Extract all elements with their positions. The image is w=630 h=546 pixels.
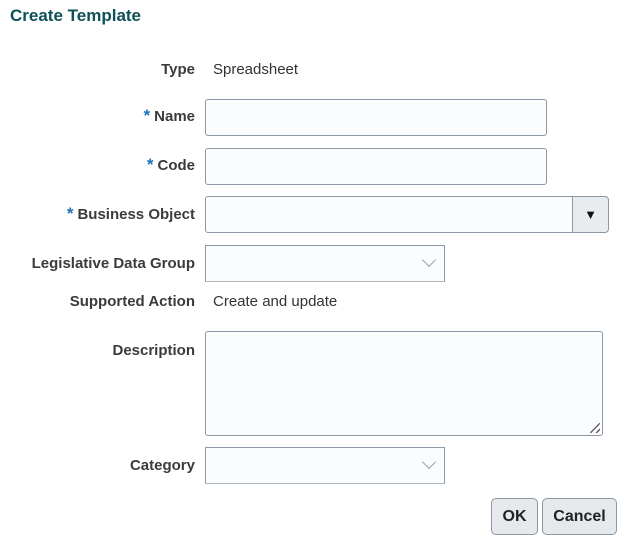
required-indicator: * — [146, 155, 154, 174]
business-object-input[interactable] — [205, 196, 573, 233]
resize-handle-icon[interactable] — [590, 423, 600, 433]
business-object-dropdown-button[interactable]: ▼ — [572, 196, 609, 233]
code-label: * Code — [147, 155, 195, 175]
category-label: Category — [129, 457, 195, 474]
type-label: Type — [161, 61, 195, 78]
required-indicator: * — [66, 204, 74, 223]
description-label: Description — [112, 342, 195, 359]
dialog-title: Create Template — [10, 6, 142, 25]
code-input[interactable] — [205, 148, 547, 185]
supported-action-label: Supported Action — [69, 293, 195, 310]
category-select[interactable] — [205, 447, 445, 484]
description-textarea[interactable] — [205, 331, 603, 436]
supported-action-value: Create and update — [213, 293, 338, 310]
cancel-button[interactable]: Cancel — [542, 498, 617, 535]
legislative-data-group-select[interactable] — [205, 245, 445, 282]
chevron-down-icon — [421, 252, 437, 268]
required-indicator: * — [143, 106, 151, 125]
name-label-text: Name — [154, 108, 195, 125]
chevron-down-icon — [421, 454, 437, 470]
name-input[interactable] — [205, 99, 547, 136]
business-object-label: * Business Object — [67, 204, 195, 224]
legislative-data-group-label: Legislative Data Group — [31, 255, 195, 272]
business-object-label-text: Business Object — [77, 206, 195, 223]
type-value: Spreadsheet — [213, 61, 299, 78]
name-label: * Name — [144, 106, 195, 126]
code-label-text: Code — [157, 157, 196, 174]
ok-button[interactable]: OK — [491, 498, 538, 535]
caret-down-icon: ▼ — [584, 207, 597, 222]
